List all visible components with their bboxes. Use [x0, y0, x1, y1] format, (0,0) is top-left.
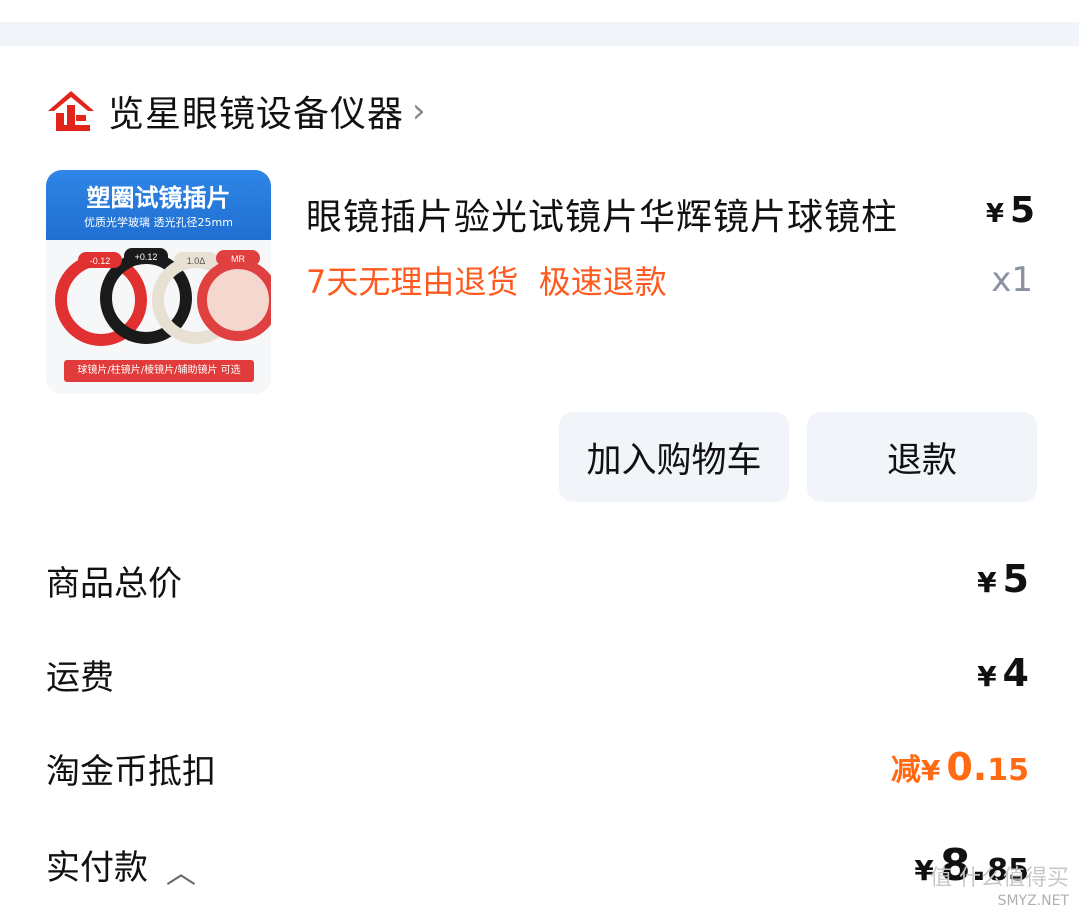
subtotal-value: ¥5 — [977, 557, 1029, 601]
top-band — [0, 0, 1079, 22]
product-title[interactable]: 眼镜插片验光试镜片华辉镜片球镜柱 — [306, 188, 898, 240]
service-promo: 7天无理由退货 极速退款 — [306, 263, 667, 301]
refund-button[interactable]: 退款 — [807, 412, 1037, 502]
thumbnail-banner-subtitle: 优质光学玻璃 透光孔径25mm — [84, 216, 233, 229]
watermark: 值 什么值得买 SMYZ.NET — [930, 868, 1069, 912]
lens-label-1: -0.12 — [90, 256, 111, 266]
shop-name: 览星眼镜设备仪器 — [108, 94, 405, 135]
coin-amount-int: 0. — [946, 745, 988, 789]
currency-symbol: ¥ — [920, 754, 941, 787]
shop-header[interactable]: 览星眼镜设备仪器 › — [46, 86, 426, 136]
watermark-text: 值 什么值得买 — [930, 866, 1069, 891]
currency-symbol: ¥ — [977, 566, 997, 599]
product-quantity: x1 — [991, 260, 1033, 300]
trial-lens-illustration: -0.12 +0.12 1.0Δ MR — [55, 248, 271, 346]
amount-paid-row[interactable]: 实付款 ︿ — [46, 840, 196, 892]
lens-label-3: 1.0Δ — [187, 256, 206, 266]
thumbnail-banner-title: 塑圈试镜插片 — [86, 184, 231, 212]
currency-symbol: ¥ — [985, 199, 1004, 229]
product-price-value: 5 — [1009, 190, 1035, 231]
amount-paid-label: 实付款 — [46, 848, 148, 888]
coin-deduction-value: 减¥ 0.15 — [891, 745, 1029, 789]
chevron-right-icon: › — [412, 91, 426, 131]
product-price: ¥5 — [986, 190, 1035, 231]
enterprise-shop-icon — [48, 91, 94, 131]
shipping-amount: 4 — [1002, 651, 1029, 695]
deduction-prefix: 减 — [890, 753, 921, 788]
watermark-sub: SMYZ.NET — [997, 893, 1069, 909]
product-thumbnail[interactable]: 塑圈试镜插片 优质光学玻璃 透光孔径25mm -0.12 +0.12 1.0Δ … — [46, 170, 271, 394]
currency-symbol: ¥ — [977, 660, 997, 693]
shipping-value: ¥4 — [977, 651, 1029, 695]
lens-label-2: +0.12 — [135, 252, 158, 262]
shipping-label: 运费 — [46, 658, 114, 698]
thumbnail-footer: 球镜片/柱镜片/棱镜片/辅助镜片 可选 — [64, 360, 254, 382]
coin-deduction-label: 淘金币抵扣 — [46, 752, 216, 792]
chevron-up-icon[interactable]: ︿ — [166, 848, 196, 892]
coin-amount-dec: 15 — [987, 753, 1029, 788]
section-divider — [0, 22, 1079, 46]
add-to-cart-button[interactable]: 加入购物车 — [559, 412, 789, 502]
subtotal-label: 商品总价 — [46, 564, 182, 604]
thumbnail-banner: 塑圈试镜插片 优质光学玻璃 透光孔径25mm — [46, 170, 271, 240]
lens-label-4: MR — [231, 254, 245, 264]
subtotal-amount: 5 — [1002, 557, 1029, 601]
